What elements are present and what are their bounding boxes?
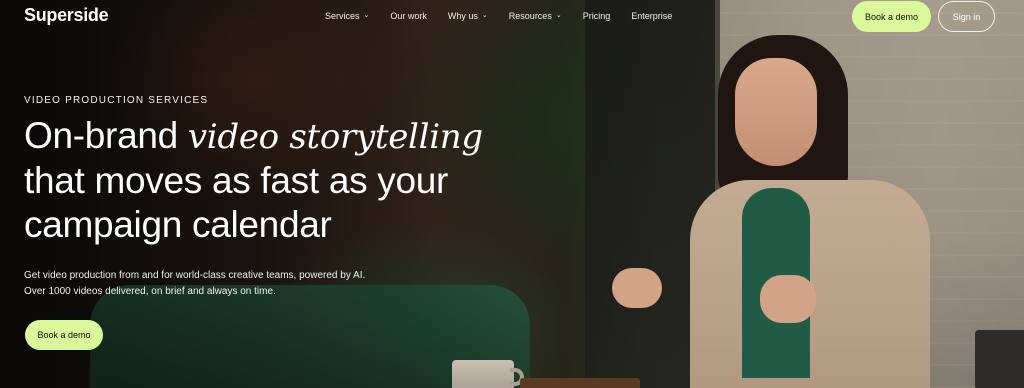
hero-subtext: Get video production from and for world-…	[24, 268, 424, 300]
presenter-photo	[612, 30, 940, 388]
superside-logo[interactable]: Superside	[24, 5, 109, 26]
presenter-hand-left	[612, 268, 662, 308]
headline-italic: video storytelling	[187, 117, 483, 157]
hero-headline: On-brand video storytelling that moves a…	[24, 114, 584, 247]
chevron-down-icon: ⌄	[481, 12, 488, 19]
nav-item-why-us[interactable]: Why us ⌄	[448, 11, 488, 21]
table-edge	[520, 378, 640, 388]
headline-line-3: campaign calendar	[24, 204, 332, 245]
sign-in-button[interactable]: Sign in	[938, 1, 995, 32]
book-demo-button[interactable]: Book a demo	[852, 1, 931, 32]
nav-item-resources[interactable]: Resources ⌄	[509, 11, 562, 21]
chevron-down-icon: ⌄	[363, 12, 370, 19]
main-nav: Services ⌄ Our work Why us ⌄ Resources ⌄…	[325, 11, 693, 21]
nav-item-label: Pricing	[582, 11, 611, 21]
nav-item-label: Why us	[447, 11, 478, 21]
nav-item-enterprise[interactable]: Enterprise	[631, 11, 672, 21]
hero-book-demo-button[interactable]: Book a demo	[25, 320, 103, 350]
nav-item-label: Services	[325, 11, 360, 21]
headline-part-1: On-brand	[24, 115, 188, 156]
presenter-face	[735, 58, 817, 166]
nav-item-label: Resources	[508, 11, 552, 21]
site-header: Superside Services ⌄ Our work Why us ⌄ R…	[0, 0, 1024, 32]
nav-item-label: Our work	[390, 11, 427, 21]
nav-item-our-work[interactable]: Our work	[390, 11, 427, 21]
subtext-line-2: Over 1000 videos delivered, on brief and…	[24, 286, 276, 297]
chevron-down-icon: ⌄	[555, 12, 562, 19]
subtext-line-1: Get video production from and for world-…	[24, 270, 366, 281]
nav-item-pricing[interactable]: Pricing	[583, 11, 611, 21]
laptop	[975, 330, 1024, 388]
nav-item-services[interactable]: Services ⌄	[325, 11, 369, 21]
nav-item-label: Enterprise	[631, 11, 673, 21]
presenter-hand-right	[760, 275, 816, 323]
headline-line-2: that moves as fast as your	[24, 160, 449, 201]
coffee-mug	[452, 360, 514, 388]
hero-eyebrow: VIDEO PRODUCTION SERVICES	[24, 95, 209, 106]
